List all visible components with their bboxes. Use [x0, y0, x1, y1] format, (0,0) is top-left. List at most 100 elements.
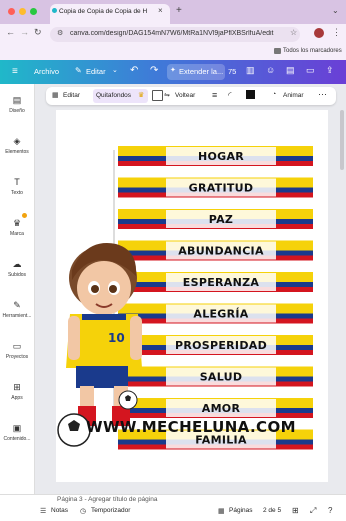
- sidebar-item-label: Texto: [11, 190, 23, 196]
- profile-avatar[interactable]: [314, 28, 324, 38]
- banner-label: ESPERANZA: [183, 276, 260, 289]
- word-banner: ABUNDANCIA: [118, 240, 313, 261]
- word-banner: GRATITUD: [118, 177, 313, 198]
- brand-badge: [22, 213, 27, 218]
- window-minimize-button[interactable]: [19, 8, 26, 15]
- word-banner: SALUD: [118, 366, 313, 387]
- sidebar-item-dise-o[interactable]: ▤ Diseño: [0, 95, 34, 114]
- banner-label: ABUNDANCIA: [178, 245, 264, 258]
- reload-icon[interactable]: ↻: [34, 27, 42, 38]
- comments-icon[interactable]: ▤: [286, 65, 295, 76]
- tools-icon: ✎: [13, 300, 21, 310]
- word-banner: ALEGRÍA: [118, 303, 313, 324]
- sidebar-item-contenido[interactable]: ▣ Contenido...: [0, 423, 34, 442]
- edit-mode-button[interactable]: Editar: [86, 67, 106, 76]
- tab-close-icon[interactable]: ×: [158, 6, 163, 15]
- pages-icon: ▦: [218, 508, 225, 515]
- word-banner: HOGAR: [118, 146, 313, 166]
- flip-icon: ⇋: [164, 92, 170, 99]
- banner-label: PROSPERIDAD: [175, 339, 267, 352]
- timer-icon: ◷: [80, 508, 87, 515]
- canva-favicon-icon: [52, 8, 57, 13]
- shapes-icon: ◈: [13, 136, 21, 146]
- sidebar-item-subidos[interactable]: ☁ Subidos: [0, 259, 34, 278]
- window-zoom-button[interactable]: [30, 8, 37, 15]
- sidebar-item-apps[interactable]: ⊞ Apps: [0, 382, 34, 401]
- sidebar-item-marca[interactable]: ♛ Marca: [0, 218, 34, 237]
- soccer-ball-icon: [118, 390, 138, 410]
- window-close-button[interactable]: [8, 8, 15, 15]
- notes-button[interactable]: Notas: [51, 507, 68, 514]
- animate-button[interactable]: Animar: [283, 92, 304, 99]
- jersey-number: 10: [108, 331, 125, 345]
- browser-menu-icon[interactable]: ⋮: [332, 27, 341, 38]
- sidebar-item-proyectos[interactable]: ▭ Proyectos: [0, 341, 34, 360]
- banner-label: HOGAR: [198, 150, 244, 163]
- back-icon[interactable]: ←: [6, 27, 15, 37]
- page-caption[interactable]: Página 3 - Agregar título de página: [57, 496, 157, 503]
- corner-rounding-icon[interactable]: ◜: [228, 90, 232, 101]
- extend-design-label: Extender la...: [179, 67, 224, 76]
- word-banner: ESPERANZA: [118, 272, 313, 292]
- cloud-upload-icon: ☁: [12, 259, 22, 269]
- layout-icon: ▤: [12, 95, 22, 105]
- banner-label: ALEGRÍA: [193, 308, 248, 321]
- word-banner: PROSPERIDAD: [118, 335, 313, 355]
- new-tab-icon[interactable]: +: [176, 5, 182, 16]
- sidebar-item-elementos[interactable]: ◈ Elementos: [0, 136, 34, 155]
- grid-view-icon[interactable]: ⊞: [292, 506, 299, 515]
- folder-icon: ▭: [12, 341, 22, 351]
- text-icon: T: [14, 177, 20, 187]
- sidebar-item-label: Herramient...: [2, 313, 32, 319]
- design-artwork[interactable]: HOGAR GRATITUD PAZ ABUNDANCIA ESPERANZA ALEGR…: [56, 110, 328, 482]
- animate-icon: ◔: [272, 91, 277, 98]
- sidebar-item-label: Proyectos: [5, 354, 29, 360]
- pages-button[interactable]: Páginas: [229, 507, 253, 514]
- address-bar-url[interactable]: canva.com/design/DAG154mN7W6/MtRa1NVl9ja…: [70, 30, 280, 37]
- magic-icon: ✦: [170, 67, 176, 74]
- fullscreen-icon[interactable]: ⤢: [310, 506, 316, 516]
- tab-list-chevron-icon[interactable]: ⌄: [332, 6, 339, 15]
- undo-icon[interactable]: ↶: [130, 65, 138, 76]
- line-style-icon[interactable]: ≡: [212, 90, 217, 100]
- color-swatch[interactable]: [246, 90, 255, 99]
- redo-icon[interactable]: ↷: [150, 65, 158, 76]
- sidebar-item-texto[interactable]: T Texto: [0, 177, 34, 196]
- sidebar-item-herramient[interactable]: ✎ Herramient...: [0, 300, 34, 319]
- hamburger-menu-icon[interactable]: ≡: [12, 66, 18, 77]
- people-icon[interactable]: ☺: [266, 65, 275, 75]
- sidebar-item-label: Apps: [11, 395, 23, 401]
- crown-icon: ♛: [12, 218, 22, 228]
- more-options-icon[interactable]: ⋯: [318, 89, 327, 100]
- site-info-icon[interactable]: ⚙: [57, 29, 63, 37]
- banner-label: AMOR: [202, 402, 241, 415]
- file-menu-button[interactable]: Archivo: [34, 67, 59, 76]
- stats-icon[interactable]: ▥: [246, 65, 255, 76]
- tab-title: Copia de Copia de Copia de H: [59, 8, 148, 15]
- watermark-text: WWW.MECHELUNA.COM: [86, 418, 296, 436]
- share-icon[interactable]: ⇪: [326, 65, 334, 76]
- apps-icon: ⊞: [13, 382, 21, 392]
- edit-image-icon: ▦: [52, 92, 59, 99]
- zoom-readout[interactable]: 75: [228, 67, 236, 76]
- canvas-scrollbar[interactable]: [340, 110, 344, 170]
- sidebar-item-label: Diseño: [9, 108, 25, 114]
- help-icon[interactable]: ?: [328, 506, 332, 515]
- forward-icon[interactable]: →: [20, 27, 29, 37]
- notes-icon: ☰: [40, 508, 47, 515]
- edit-pencil-icon: ✎: [75, 66, 82, 75]
- banner-label: SALUD: [200, 371, 243, 384]
- present-icon[interactable]: ▭: [306, 65, 315, 76]
- crop-icon[interactable]: [152, 90, 163, 101]
- sidebar-item-label: Marca: [10, 231, 24, 237]
- bookmark-star-icon[interactable]: ☆: [290, 28, 297, 37]
- remove-bg-label: Quitafondos: [96, 92, 132, 99]
- edit-mode-chevron-icon[interactable]: ⌄: [112, 66, 118, 74]
- timer-button[interactable]: Temporizador: [91, 507, 130, 514]
- photo-icon: ▣: [12, 423, 22, 433]
- all-bookmarks-link[interactable]: Todos los marcadores: [283, 48, 342, 54]
- sidebar-item-label: Subidos: [7, 272, 27, 278]
- edit-image-button[interactable]: Editar: [63, 92, 80, 99]
- word-banner: PAZ: [118, 209, 313, 229]
- flip-button[interactable]: Voltear: [175, 92, 195, 99]
